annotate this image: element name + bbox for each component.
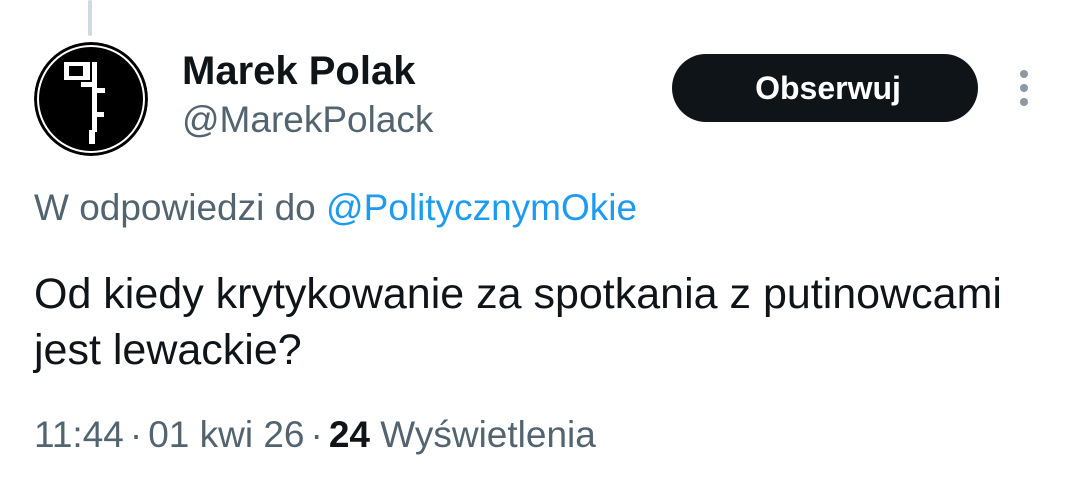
reply-context: W odpowiedzi do @PolitycznymOkie — [34, 186, 637, 230]
meta-separator: · — [310, 414, 323, 455]
bauhaus-logo-icon — [34, 42, 148, 156]
views-count[interactable]: 24 — [329, 414, 370, 455]
meta-separator: · — [129, 414, 143, 455]
thread-connector-line — [88, 0, 92, 36]
views-label[interactable]: Wyświetlenia — [380, 414, 596, 455]
follow-button[interactable]: Obserwuj — [672, 54, 978, 122]
more-vertical-icon — [1020, 70, 1028, 106]
reply-context-prefix: W odpowiedzi do — [34, 187, 316, 228]
follow-button-label: Obserwuj — [755, 69, 901, 106]
tweet-meta: 11:44 · 01 kwi 26 · 24 Wyświetlenia — [34, 412, 596, 458]
reply-mention-link[interactable]: @PolitycznymOkie — [326, 187, 637, 228]
tweet-text: Od kiedy krytykowanie za spotkania z put… — [34, 270, 1002, 374]
tweet-date[interactable]: 01 kwi 26 — [148, 414, 304, 455]
author-display-name[interactable]: Marek Polak — [182, 48, 415, 94]
author-handle[interactable]: @MarekPolack — [182, 98, 433, 142]
tweet-time[interactable]: 11:44 — [34, 414, 124, 455]
avatar[interactable] — [34, 42, 148, 156]
more-options-button[interactable] — [1004, 66, 1044, 110]
